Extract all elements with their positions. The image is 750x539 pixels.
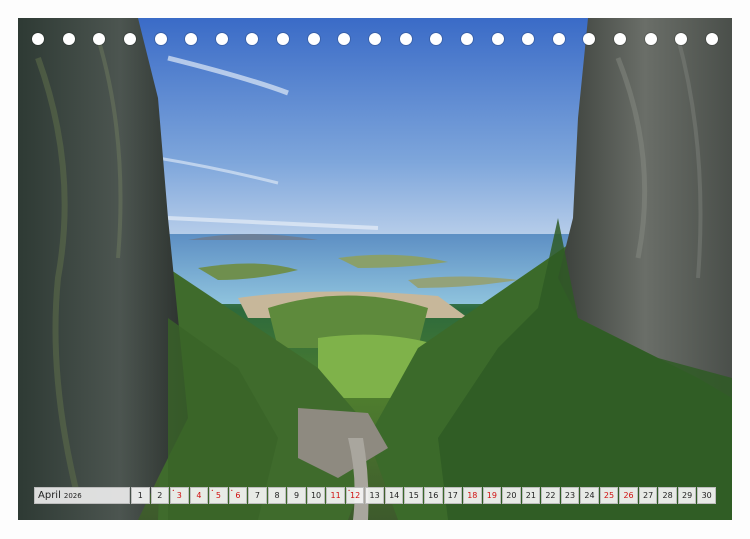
day-cell: 1 <box>131 487 150 504</box>
day-number: 8 <box>274 491 280 500</box>
month-name: April <box>38 490 61 501</box>
day-cell: 4 <box>189 487 209 504</box>
binding-hole <box>430 33 443 45</box>
binding-hole <box>522 33 535 45</box>
day-cell: • 6 <box>228 487 248 504</box>
binding-hole <box>277 33 290 45</box>
day-number: 27 <box>642 491 654 500</box>
day-number: 29 <box>682 491 693 500</box>
day-number: 23 <box>564 491 576 500</box>
binding-hole <box>338 33 351 45</box>
day-number: 14 <box>389 491 400 500</box>
day-number: 13 <box>369 491 380 500</box>
month-day-strip: April 2026 1 2 • 3 4 • 5 • 6 7 8 9 10 11 • 12 13 14 15 16 17… <box>34 487 716 504</box>
day-number: 26 <box>623 491 634 500</box>
binding-hole <box>369 33 381 45</box>
binding-holes <box>0 33 750 47</box>
day-cell: 30 <box>697 487 716 504</box>
photo-scene <box>18 18 732 520</box>
day-number: 15 <box>408 491 419 500</box>
binding-hole <box>614 33 627 45</box>
day-cell: 29 <box>677 487 697 504</box>
day-number: 1 <box>137 491 143 500</box>
day-number: 2 <box>157 491 163 500</box>
day-cell: 28 <box>658 487 677 504</box>
day-number: 30 <box>701 491 712 500</box>
day-number: 20 <box>506 491 517 500</box>
day-cell: 9 <box>287 487 306 504</box>
day-cell: 26 <box>619 487 638 504</box>
day-number: 12 <box>350 491 361 500</box>
day-number: 4 <box>196 491 202 500</box>
day-cell: 2 <box>150 487 170 504</box>
day-cell: 17 <box>443 487 463 504</box>
binding-hole <box>491 33 504 45</box>
day-cell: 18 <box>463 487 482 504</box>
day-cell: 20 <box>502 487 521 504</box>
day-number: 11 <box>330 491 341 500</box>
day-cell: 23 <box>560 487 580 504</box>
month-year: 2026 <box>63 491 82 500</box>
holiday-marker: • <box>230 488 234 493</box>
day-cell: 25 <box>599 487 619 504</box>
day-number: 7 <box>254 491 260 500</box>
day-cell: 27 <box>638 487 658 504</box>
binding-hole <box>123 33 136 45</box>
day-cell: 21 <box>521 487 541 504</box>
day-number: 22 <box>545 491 556 500</box>
day-cell: 22 <box>541 487 560 504</box>
holiday-marker: • <box>347 488 351 493</box>
binding-hole <box>154 33 167 45</box>
binding-hole <box>399 33 412 45</box>
binding-hole <box>307 33 320 45</box>
day-cell: 16 <box>423 487 443 504</box>
binding-hole <box>246 33 259 45</box>
day-number: 16 <box>428 491 439 500</box>
day-number: 18 <box>467 491 478 500</box>
day-cell: 15 <box>404 487 423 504</box>
day-number: 10 <box>310 491 322 500</box>
binding-hole <box>552 33 565 45</box>
binding-hole <box>706 33 718 45</box>
day-cell: • 5 <box>209 487 228 504</box>
day-number: 19 <box>486 491 497 500</box>
day-cell: 8 <box>267 487 287 504</box>
binding-hole <box>583 33 596 45</box>
day-cell: 13 <box>365 487 384 504</box>
day-cell: • 12 <box>345 487 365 504</box>
day-number: 21 <box>525 491 536 500</box>
binding-hole <box>644 33 657 45</box>
day-number: 28 <box>662 491 673 500</box>
day-number: 25 <box>603 491 615 500</box>
binding-hole <box>32 33 44 45</box>
holiday-marker: • <box>211 488 214 493</box>
binding-hole <box>460 33 473 45</box>
binding-hole <box>675 33 688 45</box>
day-cell: 24 <box>580 487 599 504</box>
holiday-marker: • <box>172 488 175 493</box>
day-cell: 7 <box>248 487 267 504</box>
day-cell: 11 <box>326 487 345 504</box>
day-number: 9 <box>293 491 300 500</box>
day-cell: 14 <box>384 487 404 504</box>
day-number: 6 <box>235 491 241 500</box>
binding-hole <box>93 33 106 45</box>
binding-hole <box>185 33 198 45</box>
landscape-photo <box>18 18 732 520</box>
binding-hole <box>62 33 75 45</box>
day-cell: • 3 <box>170 487 189 504</box>
day-number: 5 <box>215 491 221 500</box>
day-number: 3 <box>176 491 182 500</box>
day-number: 17 <box>447 491 458 500</box>
day-cell: 19 <box>482 487 502 504</box>
binding-hole <box>215 33 228 45</box>
month-label: April 2026 <box>34 487 130 504</box>
day-number: 24 <box>584 491 595 500</box>
day-cell: 10 <box>306 487 326 504</box>
calendar-page: April 2026 1 2 • 3 4 • 5 • 6 7 8 9 10 11 • 12 13 14 15 16 17… <box>0 0 750 539</box>
